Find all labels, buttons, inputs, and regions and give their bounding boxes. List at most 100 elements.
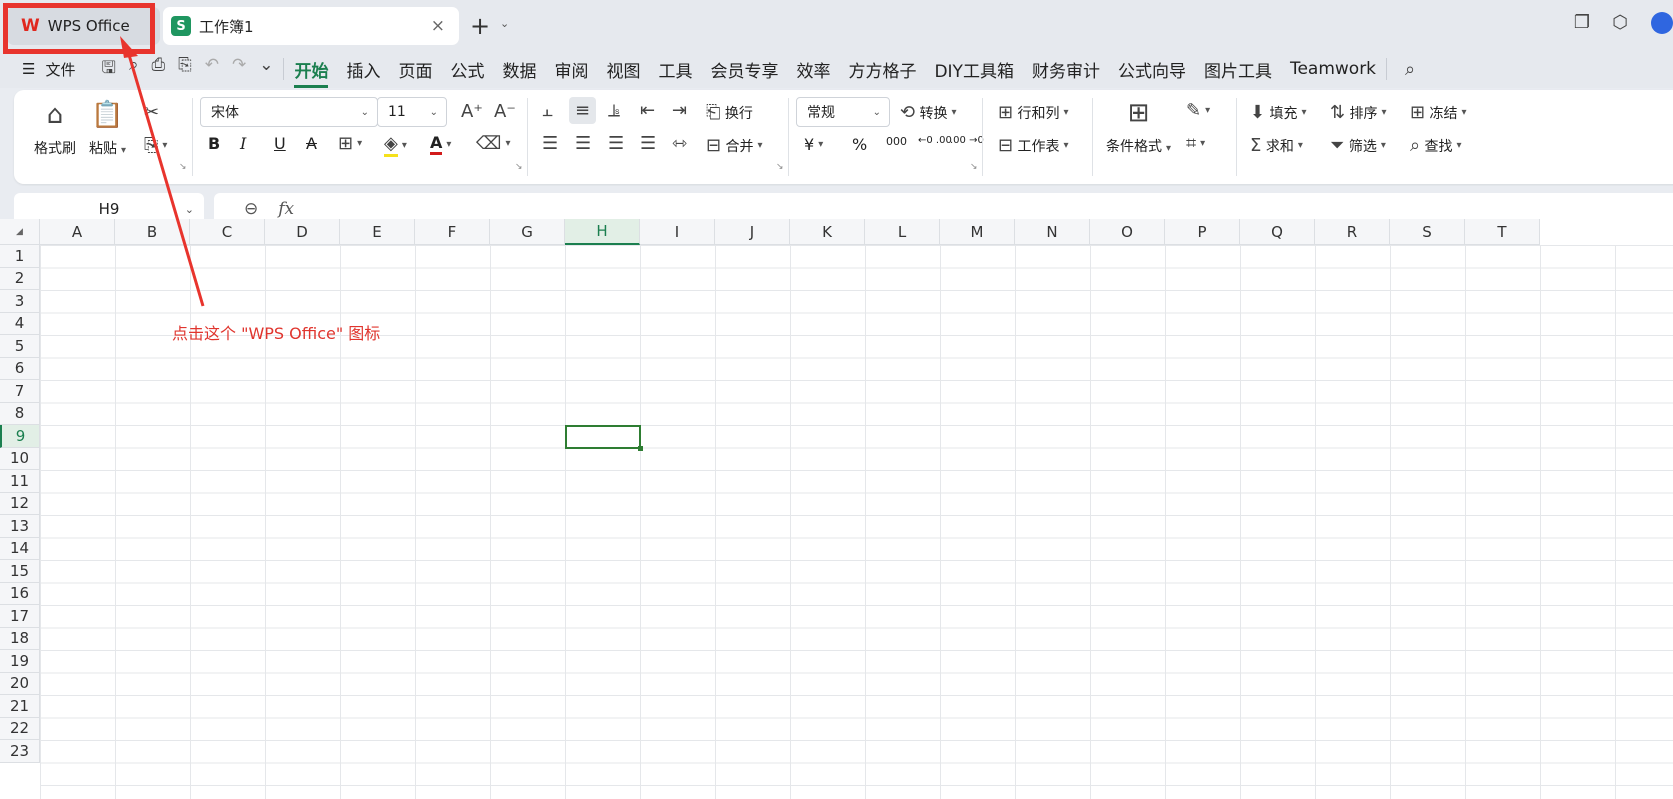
tab-data[interactable]: 数据 — [502, 57, 536, 82]
row-header-13[interactable]: 13 — [0, 515, 40, 538]
cut-icon[interactable]: ✂ — [144, 102, 159, 123]
align-middle-icon[interactable]: ≡ — [569, 97, 597, 124]
tab-tools[interactable]: 工具 — [658, 57, 692, 82]
row-header-18[interactable]: 18 — [0, 627, 40, 650]
sort-button[interactable]: ⇅ 排序 ▾ — [1330, 102, 1387, 123]
format-painter-button[interactable]: ⌂ 格式刷 — [34, 100, 76, 158]
tab-picture-tools[interactable]: 图片工具 — [1204, 57, 1272, 82]
fill-button[interactable]: ⬇ 填充 ▾ — [1250, 102, 1307, 123]
row-header-17[interactable]: 17 — [0, 605, 40, 628]
tab-teamwork[interactable]: Teamwork — [1290, 59, 1376, 79]
increase-decimal-button[interactable]: ←0 .00 — [918, 135, 952, 146]
redo-icon[interactable]: ↷ — [232, 55, 246, 84]
row-header-10[interactable]: 10 — [0, 447, 40, 470]
file-menu[interactable]: ☰ 文件 — [22, 59, 75, 80]
format-painter-icon[interactable]: ⌕ — [129, 55, 139, 84]
row-header-12[interactable]: 12 — [0, 492, 40, 515]
column-header-t[interactable]: T — [1465, 219, 1540, 245]
tab-fangfang[interactable]: 方方格子 — [848, 57, 916, 82]
increase-font-icon[interactable]: A⁺ — [461, 101, 483, 122]
row-header-15[interactable]: 15 — [0, 560, 40, 583]
row-header-3[interactable]: 3 — [0, 290, 40, 313]
column-header-b[interactable]: B — [115, 219, 190, 245]
print-icon[interactable]: ⎙ — [151, 55, 165, 84]
paste-button[interactable]: 📋 粘贴 ▾ — [89, 100, 126, 158]
increase-indent-icon[interactable]: ⇥ — [672, 100, 687, 121]
chevron-down-icon[interactable]: ⌄ — [185, 203, 194, 216]
fill-color-icon[interactable]: ◈ ▾ — [384, 133, 407, 157]
tab-member[interactable]: 会员专享 — [710, 57, 778, 82]
currency-button[interactable]: ¥ ▾ — [804, 135, 823, 154]
row-header-9[interactable]: 9 — [0, 425, 40, 448]
cell-style-icon[interactable]: ✎ ▾ — [1186, 100, 1210, 121]
column-header-k[interactable]: K — [790, 219, 865, 245]
tab-formula[interactable]: 公式 — [450, 57, 484, 82]
fx-icon[interactable]: fx — [278, 199, 294, 219]
column-header-r[interactable]: R — [1315, 219, 1390, 245]
decrease-font-icon[interactable]: A⁻ — [494, 101, 516, 122]
save-icon[interactable]: 🖫 — [101, 55, 115, 84]
tab-review[interactable]: 审阅 — [554, 57, 588, 82]
column-header-o[interactable]: O — [1090, 219, 1165, 245]
column-header-h[interactable]: H — [565, 219, 640, 245]
row-header-20[interactable]: 20 — [0, 672, 40, 695]
align-center-icon[interactable]: ☰ — [575, 133, 591, 154]
freeze-button[interactable]: ⊞ 冻结 ▾ — [1410, 102, 1467, 123]
column-header-e[interactable]: E — [340, 219, 415, 245]
align-right-icon[interactable]: ☰ — [608, 133, 624, 154]
border-icon[interactable]: ⊞ ▾ — [338, 133, 362, 154]
dialog-launcher-icon[interactable]: ↘ — [179, 162, 187, 172]
column-header-n[interactable]: N — [1015, 219, 1090, 245]
column-header-l[interactable]: L — [865, 219, 940, 245]
row-header-22[interactable]: 22 — [0, 717, 40, 740]
align-left-icon[interactable]: ☰ — [542, 133, 558, 154]
row-header-5[interactable]: 5 — [0, 335, 40, 358]
worksheet-button[interactable]: ⊟ 工作表 ▾ — [998, 135, 1069, 156]
tab-diy-toolbox[interactable]: DIY工具箱 — [934, 57, 1014, 82]
tab-insert[interactable]: 插入 — [346, 57, 380, 82]
tab-efficiency[interactable]: 效率 — [796, 57, 830, 82]
eraser-icon[interactable]: ⌫ ▾ — [476, 133, 510, 154]
row-header-21[interactable]: 21 — [0, 695, 40, 718]
thousands-button[interactable]: 000 — [886, 135, 907, 148]
row-header-16[interactable]: 16 — [0, 582, 40, 605]
decrease-indent-icon[interactable]: ⇤ — [640, 100, 655, 121]
copy-icon[interactable]: ⎘ ▾ — [144, 135, 167, 156]
rows-cols-button[interactable]: ⊞ 行和列 ▾ — [998, 102, 1069, 123]
row-header-23[interactable]: 23 — [0, 740, 40, 763]
column-header-i[interactable]: I — [640, 219, 715, 245]
sum-button[interactable]: Σ 求和 ▾ — [1250, 135, 1303, 156]
row-header-7[interactable]: 7 — [0, 380, 40, 403]
merge-button[interactable]: ⊟ 合并 ▾ — [706, 135, 763, 156]
more-icon[interactable]: ⌄ — [259, 55, 273, 84]
align-bottom-icon[interactable]: ⫡ — [608, 100, 620, 121]
percent-button[interactable]: % — [852, 135, 867, 154]
convert-button[interactable]: ⟲ 转换 ▾ — [900, 102, 957, 123]
bold-button[interactable]: B — [208, 134, 220, 153]
undo-icon[interactable]: ↶ — [205, 55, 219, 84]
decrease-decimal-button[interactable]: .00 →0 — [950, 135, 984, 146]
row-header-6[interactable]: 6 — [0, 357, 40, 380]
tab-view[interactable]: 视图 — [606, 57, 640, 82]
tab-home[interactable]: 开始 — [294, 57, 329, 88]
underline-button[interactable]: U — [274, 134, 286, 153]
dialog-launcher-icon[interactable]: ↘ — [970, 162, 978, 172]
column-header-m[interactable]: M — [940, 219, 1015, 245]
column-header-f[interactable]: F — [415, 219, 490, 245]
avatar[interactable] — [1651, 12, 1673, 34]
filter-button[interactable]: ⏷ 筛选 ▾ — [1330, 135, 1386, 156]
column-header-c[interactable]: C — [190, 219, 265, 245]
column-header-a[interactable]: A — [40, 219, 115, 245]
column-header-d[interactable]: D — [265, 219, 340, 245]
row-header-4[interactable]: 4 — [0, 312, 40, 335]
font-size-select[interactable]: 11 ⌄ — [377, 97, 447, 127]
align-top-icon[interactable]: ⫠ — [542, 100, 553, 121]
strikethrough-button[interactable]: A — [306, 134, 317, 153]
column-header-s[interactable]: S — [1390, 219, 1465, 245]
justify-icon[interactable]: ☰ — [640, 133, 656, 154]
zoom-icon[interactable]: ⊖ — [244, 199, 258, 219]
selected-cell[interactable] — [565, 425, 643, 450]
tab-workbook[interactable]: S 工作簿1 × — [163, 7, 459, 45]
chevron-down-icon[interactable]: ⌄ — [500, 17, 509, 30]
crop-icon[interactable]: ⌗ ▾ — [1186, 133, 1205, 154]
